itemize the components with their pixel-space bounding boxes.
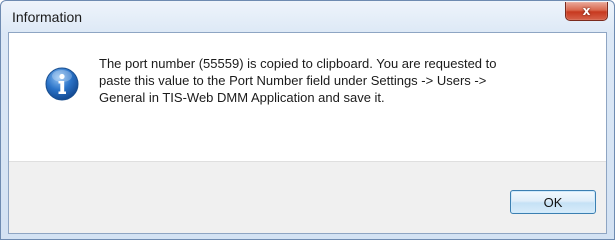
button-bar: OK: [9, 161, 606, 233]
dialog-body: The port number (55559) is copied to cli…: [8, 32, 607, 234]
close-icon: x: [582, 4, 591, 18]
information-dialog: Information x The port number (55559) is…: [0, 0, 615, 240]
message-area: The port number (55559) is copied to cli…: [9, 33, 606, 161]
ok-button[interactable]: OK: [510, 190, 596, 214]
information-icon: [45, 67, 79, 101]
title-bar[interactable]: Information x: [1, 1, 614, 32]
dialog-title: Information: [12, 9, 83, 25]
message-text: The port number (55559) is copied to cli…: [99, 56, 497, 105]
close-button[interactable]: x: [565, 2, 608, 21]
